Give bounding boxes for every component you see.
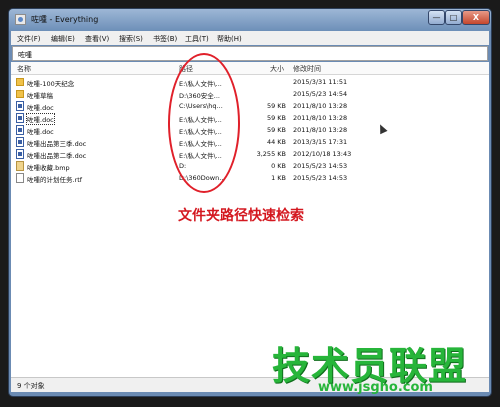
everything-app-icon (15, 14, 26, 25)
table-row[interactable]: 咗喠草稿 D:\360安全... 2015/5/23 14:54 (11, 88, 489, 100)
row-size: 1 KB (271, 174, 286, 182)
table-row[interactable]: 咗喠-100天纪念 E:\私人文件\... 2015/3/31 11:51 (11, 76, 489, 88)
close-button[interactable]: X (462, 10, 490, 25)
row-name: 咗喠-100天纪念 (27, 80, 75, 88)
row-modified: 2015/5/23 14:53 (293, 162, 348, 170)
row-modified: 2015/3/31 11:51 (293, 78, 348, 86)
row-size: 44 KB (266, 138, 286, 146)
table-row[interactable]: 咗喠出品第三季.doc E:\私人文件\... 44 KB 2013/3/15 … (11, 136, 489, 148)
word-document-icon (16, 113, 24, 123)
row-size: 3,255 KB (256, 150, 286, 158)
word-document-icon (16, 125, 24, 135)
row-modified: 2011/8/10 13:28 (293, 126, 348, 134)
menu-view[interactable]: 查看(V) (85, 34, 109, 44)
table-row[interactable]: 咗喠.doc C:\Users\hq... 59 KB 2011/8/10 13… (11, 100, 489, 112)
row-name: 咗喠出品第二季.doc (27, 152, 87, 160)
row-name: 咗喠.doc (27, 104, 54, 112)
row-name: 咗喠的计划任务.rtf (27, 176, 83, 184)
annotation-caption: 文件夹路径快速检索 (178, 208, 304, 224)
menu-tools[interactable]: 工具(T) (185, 34, 209, 44)
word-document-icon (16, 101, 24, 111)
status-object-count: 9 个对象 (17, 382, 45, 390)
table-row[interactable]: 咗喠.doc E:\私人文件\... 59 KB 2011/8/10 13:28 (11, 124, 489, 136)
row-modified: 2011/8/10 13:28 (293, 114, 348, 122)
menu-help[interactable]: 帮助(H) (217, 34, 242, 44)
table-row[interactable]: 咗喠收藏.bmp D: 0 KB 2015/5/23 14:53 (11, 160, 489, 172)
column-size-header[interactable]: 大小 (270, 64, 284, 74)
bitmap-image-icon (16, 161, 24, 171)
search-input[interactable]: 咗喠 (12, 46, 488, 61)
menu-bar: 文件(F) 编辑(E) 查看(V) 搜索(S) 书签(B) 工具(T) 帮助(H… (11, 31, 489, 45)
watermark-url: www.jsgho.com (318, 380, 433, 395)
row-modified: 2013/3/15 17:31 (293, 138, 348, 146)
menu-search[interactable]: 搜索(S) (119, 34, 143, 44)
minimize-button[interactable]: — (428, 10, 445, 25)
row-name: 咗喠收藏.bmp (27, 164, 70, 172)
table-row[interactable]: 咗喠出品第二季.doc E:\私人文件\... 3,255 KB 2012/10… (11, 148, 489, 160)
table-row[interactable]: 咗喠的计划任务.rtf D:\360Down... 1 KB 2015/5/23… (11, 172, 489, 184)
search-input-value: 咗喠 (18, 51, 32, 59)
menu-file[interactable]: 文件(F) (17, 34, 41, 44)
row-size: 0 KB (271, 162, 286, 170)
annotation-ellipse (168, 53, 240, 193)
menu-edit[interactable]: 编辑(E) (51, 34, 75, 44)
row-name: 咗喠.doc (27, 128, 54, 136)
rich-text-document-icon (16, 173, 24, 183)
row-size: 59 KB (266, 114, 286, 122)
row-modified: 2015/5/23 14:54 (293, 90, 348, 98)
word-document-icon (16, 149, 24, 159)
title-bar[interactable]: 咗喠 - Everything — □ X (9, 9, 491, 31)
column-name-header[interactable]: 名称 (17, 64, 31, 74)
row-size: 59 KB (266, 102, 286, 110)
row-name: 咗喠草稿 (27, 92, 53, 100)
window-title: 咗喠 - Everything (31, 15, 99, 24)
row-name: 咗喠出品第三季.doc (27, 140, 87, 148)
column-modified-header[interactable]: 修改时间 (293, 64, 321, 74)
folder-icon (16, 78, 24, 86)
column-header: 名称 路径 大小 修改时间 (11, 62, 489, 75)
word-document-icon (16, 137, 24, 147)
row-modified: 2015/5/23 14:53 (293, 174, 348, 182)
row-modified: 2011/8/10 13:28 (293, 102, 348, 110)
maximize-button[interactable]: □ (445, 10, 462, 25)
row-size: 59 KB (266, 126, 286, 134)
folder-icon (16, 90, 24, 98)
row-modified: 2012/10/18 13:43 (293, 150, 352, 158)
table-row-selected[interactable]: 咗喠.doc E:\私人文件\... 59 KB 2011/8/10 13:28 (11, 112, 489, 125)
menu-bookmarks[interactable]: 书签(B) (153, 34, 177, 44)
